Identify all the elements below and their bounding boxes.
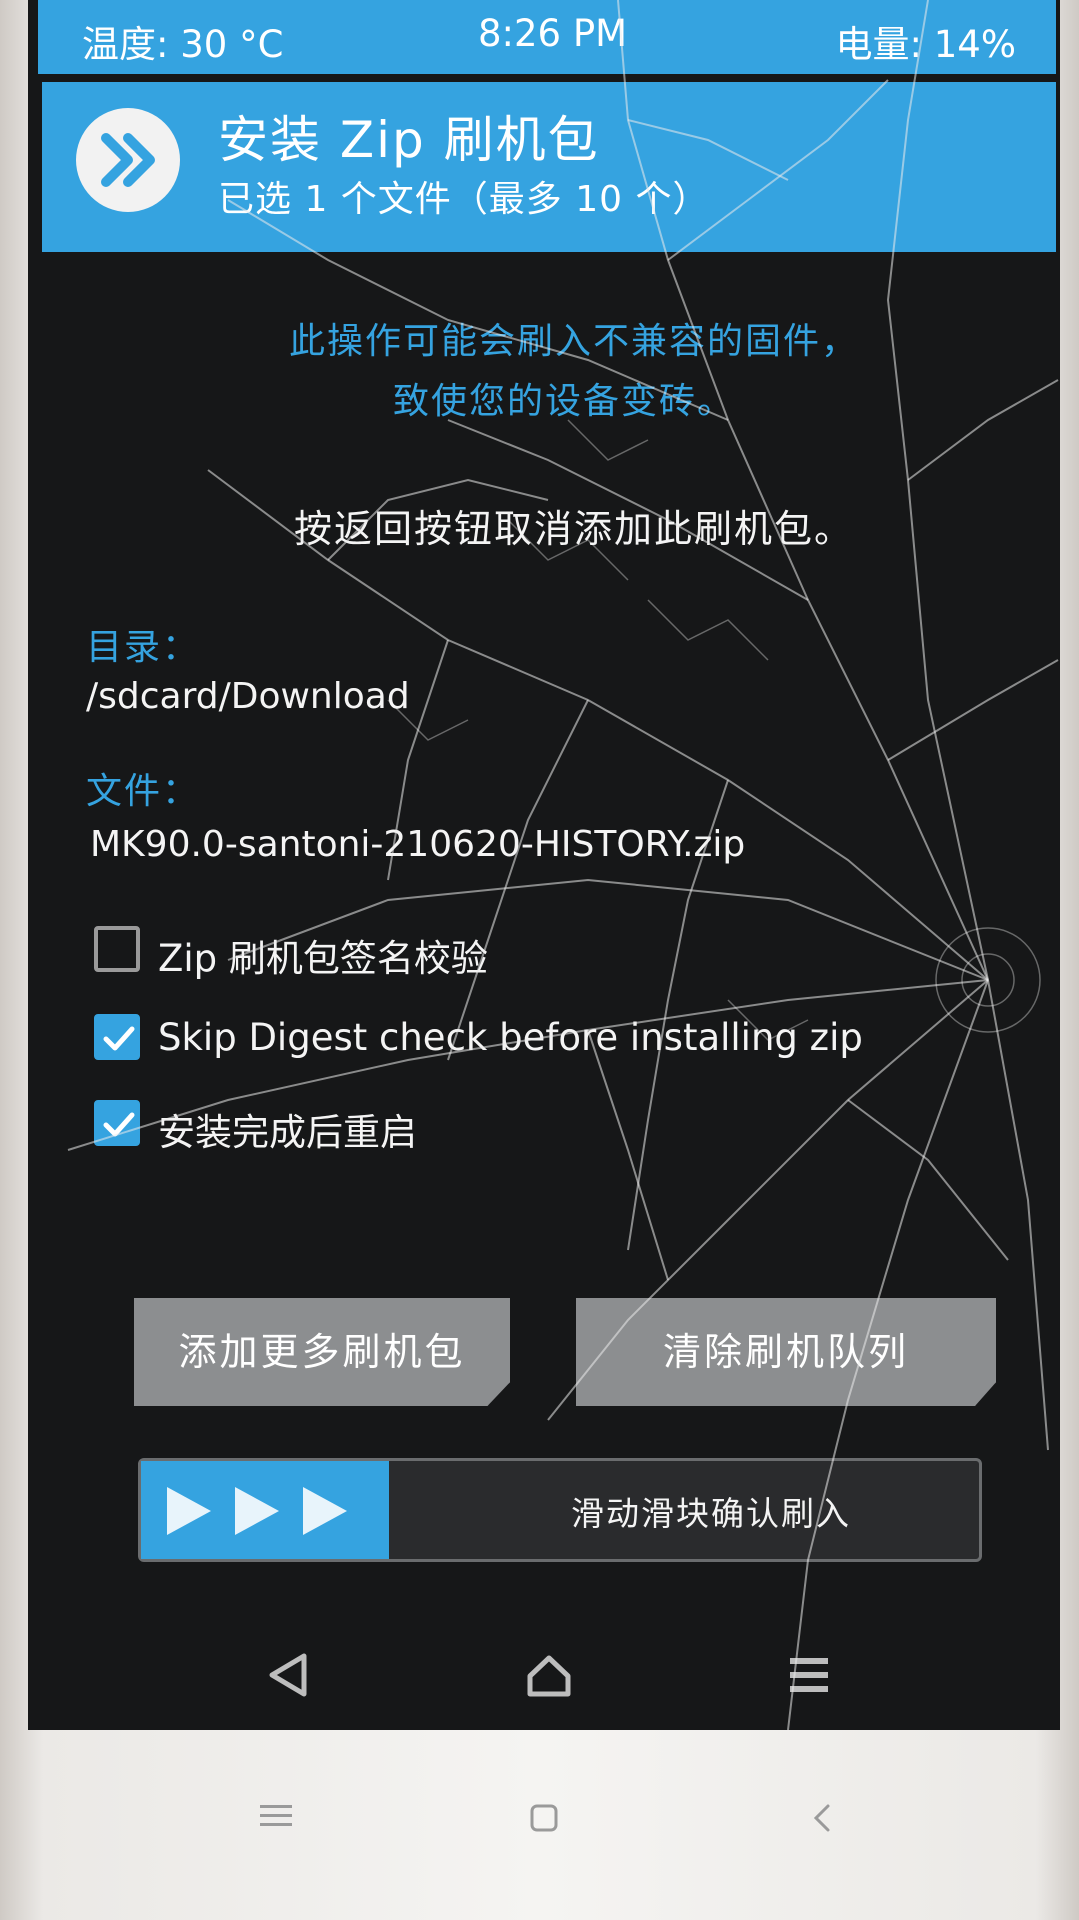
- clock: 8:26 PM: [478, 12, 628, 55]
- clear-zip-queue-button[interactable]: 清除刷机队列: [576, 1298, 996, 1406]
- twrp-logo-icon: [76, 108, 180, 212]
- hardware-keys: [0, 1760, 1079, 1880]
- add-more-zips-button[interactable]: 添加更多刷机包: [134, 1298, 510, 1406]
- directory-value: /sdcard/Download: [86, 676, 410, 717]
- temperature-readout: 温度: 30 °C: [82, 23, 284, 66]
- warning-line-2: 致使您的设备变砖。: [392, 381, 735, 422]
- navigation-bar: [28, 1620, 1060, 1730]
- page-subtitle: 已选 1 个文件（最多 10 个）: [218, 179, 710, 220]
- option-label: Zip 刷机包签名校验: [158, 937, 488, 980]
- swipe-to-flash-slider[interactable]: 滑动滑块确认刷入: [138, 1458, 982, 1562]
- checkmark-icon: [103, 1112, 135, 1137]
- checkbox-checked[interactable]: [94, 1014, 140, 1060]
- hardware-home-icon[interactable]: [528, 1802, 560, 1834]
- recovery-screen: 温度: 30 °C 8:26 PM 电量: 14% 安装 Zip 刷机包 已选 …: [28, 0, 1060, 1730]
- checkbox-checked[interactable]: [94, 1100, 140, 1146]
- file-value: MK90.0-santoni-210620-HISTORY.zip: [90, 824, 746, 865]
- phone-body: 温度: 30 °C 8:26 PM 电量: 14% 安装 Zip 刷机包 已选 …: [0, 0, 1079, 1920]
- directory-label: 目录：: [86, 627, 201, 668]
- status-bar: 温度: 30 °C 8:26 PM 电量: 14%: [38, 0, 1056, 74]
- slider-handle[interactable]: [141, 1461, 389, 1559]
- cancel-hint: 按返回按钮取消添加此刷机包。: [293, 507, 854, 551]
- back-triangle-icon[interactable]: [264, 1650, 314, 1700]
- slider-label: 滑动滑块确认刷入: [571, 1494, 851, 1533]
- warning-line-1: 此操作可能会刷入不兼容的固件，: [288, 321, 859, 362]
- checkmark-icon: [103, 1026, 135, 1051]
- checkbox-unchecked[interactable]: [94, 926, 140, 972]
- hardware-back-icon[interactable]: [810, 1802, 834, 1834]
- page-header: 安装 Zip 刷机包 已选 1 个文件（最多 10 个）: [42, 82, 1056, 252]
- file-label: 文件：: [86, 771, 201, 812]
- log-menu-icon[interactable]: [784, 1650, 834, 1700]
- hardware-menu-icon[interactable]: [258, 1802, 294, 1830]
- battery-readout: 电量: 14%: [835, 23, 1016, 66]
- option-label: 安装完成后重启: [158, 1111, 417, 1154]
- home-icon[interactable]: [524, 1650, 574, 1700]
- page-title: 安装 Zip 刷机包: [218, 111, 600, 169]
- triple-arrow-icon: [167, 1487, 347, 1535]
- option-label: Skip Digest check before installing zip: [158, 1016, 863, 1059]
